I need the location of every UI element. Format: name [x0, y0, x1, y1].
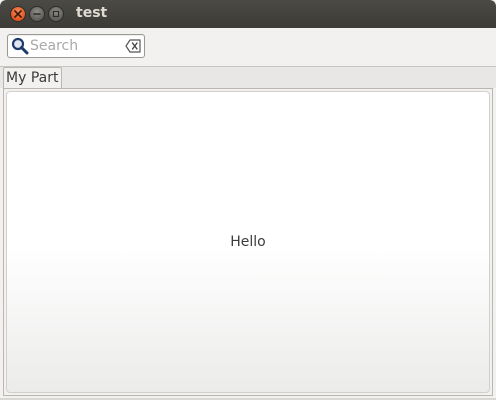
close-icon — [14, 10, 22, 18]
tab-strip: My Part — [0, 66, 496, 89]
minimize-button[interactable] — [29, 6, 45, 22]
search-field[interactable] — [7, 34, 145, 58]
hello-label: Hello — [230, 234, 266, 250]
toolbar — [0, 28, 496, 66]
content-panel: Hello — [6, 91, 490, 393]
maximize-button[interactable] — [48, 6, 64, 22]
tab-my-part[interactable]: My Part — [3, 67, 63, 89]
minimize-icon — [33, 13, 41, 15]
application-window: test My Part Hello — [0, 0, 496, 400]
maximize-icon — [52, 10, 60, 18]
title-bar[interactable]: test — [0, 0, 496, 28]
search-input[interactable] — [30, 37, 122, 55]
close-button[interactable] — [10, 6, 26, 22]
window-title: test — [76, 5, 108, 21]
search-icon — [11, 37, 29, 55]
clear-icon[interactable] — [125, 39, 141, 53]
part-container: Hello — [3, 88, 493, 396]
